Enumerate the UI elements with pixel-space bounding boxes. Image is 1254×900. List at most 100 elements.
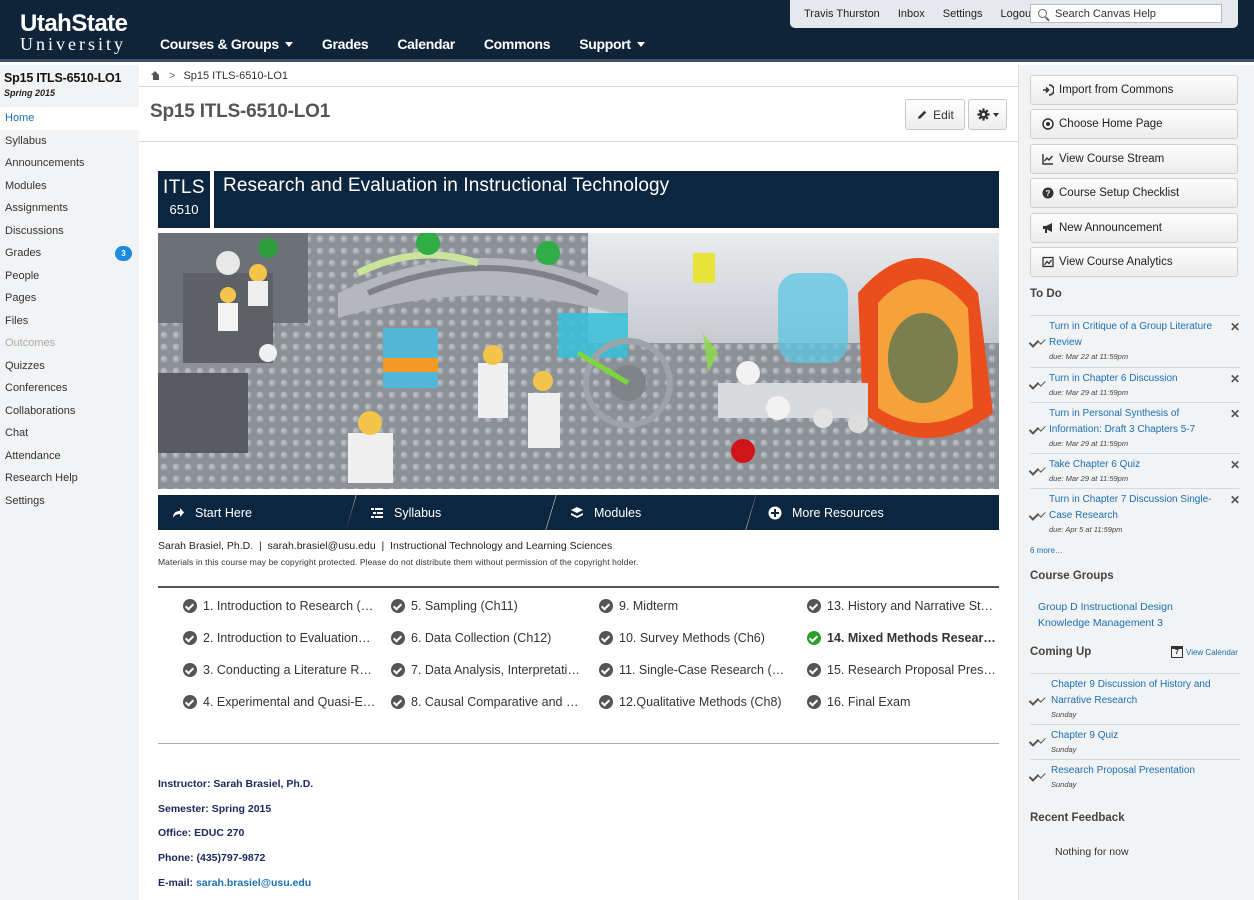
coming-up-item: Chapter 9 Quiz Sunday xyxy=(1030,724,1240,759)
view-calendar-link[interactable]: 7 View Calendar xyxy=(1171,646,1238,658)
sidebar-item-attendance[interactable]: Attendance xyxy=(0,445,139,468)
settings-gear-button[interactable] xyxy=(968,99,1007,130)
module-link-8[interactable]: 8. Causal Comparative and … xyxy=(391,693,587,711)
sidebar-item-syllabus[interactable]: Syllabus xyxy=(0,130,139,153)
quick-link-modules[interactable]: Modules xyxy=(546,495,756,530)
global-header: UtahState University Courses & Groups Gr… xyxy=(0,0,1254,62)
email-link[interactable]: sarah.brasiel@usu.edu xyxy=(196,877,311,889)
home-icon[interactable] xyxy=(151,71,160,80)
new-announcement-button[interactable]: New Announcement xyxy=(1030,213,1238,243)
title-divider xyxy=(139,141,1018,142)
todo-more-link[interactable]: 6 more… xyxy=(1030,546,1063,555)
sidebar-item-label: Syllabus xyxy=(5,134,47,147)
search-canvas-help-input[interactable]: Search Canvas Help xyxy=(1030,4,1222,23)
sidebar-item-home[interactable]: Home xyxy=(0,107,139,130)
list-icon xyxy=(371,507,383,518)
sidebar-item-collaborations[interactable]: Collaborations xyxy=(0,400,139,423)
edit-button[interactable]: Edit xyxy=(905,99,965,130)
dismiss-icon[interactable]: ✕ xyxy=(1230,320,1240,334)
module-link-15[interactable]: 15. Research Proposal Pres… xyxy=(807,661,999,679)
caret-down-icon xyxy=(992,112,999,117)
quick-link-more-resources[interactable]: More Resources xyxy=(746,495,999,530)
module-link-3[interactable]: 3. Conducting a Literature R… xyxy=(183,661,379,679)
todo-item-link[interactable]: Take Chapter 6 Quiz xyxy=(1049,457,1215,473)
sidebar-item-modules[interactable]: Modules xyxy=(0,175,139,198)
sidebar-item-research-help[interactable]: Research Help xyxy=(0,467,139,490)
sidebar-item-announcements[interactable]: Announcements xyxy=(0,152,139,175)
dismiss-icon[interactable]: ✕ xyxy=(1230,372,1240,386)
analytics-icon xyxy=(1042,256,1054,268)
check-circle-icon xyxy=(599,631,613,645)
sidebar-item-label: Modules xyxy=(5,179,47,192)
grades-count-badge: 3 xyxy=(115,246,132,261)
module-link-11[interactable]: 11. Single-Case Research (… xyxy=(599,661,795,679)
module-link-5[interactable]: 5. Sampling (Ch11) xyxy=(391,597,587,615)
sidebar-item-files[interactable]: Files xyxy=(0,310,139,333)
module-link-12[interactable]: 12.Qualitative Methods (Ch8) xyxy=(599,693,795,711)
quick-link-syllabus[interactable]: Syllabus xyxy=(346,495,556,530)
sidebar-item-people[interactable]: People xyxy=(0,265,139,288)
todo-item-link[interactable]: Turn in Personal Synthesis of Informatio… xyxy=(1049,406,1215,438)
view-course-stream-button[interactable]: View Course Stream xyxy=(1030,144,1238,174)
dismiss-icon[interactable]: ✕ xyxy=(1230,407,1240,421)
sidebar-item-grades[interactable]: Grades 3 xyxy=(0,242,139,265)
sidebar-item-label: People xyxy=(5,269,40,282)
module-link-10[interactable]: 10. Survey Methods (Ch6) xyxy=(599,629,795,647)
settings-link[interactable]: Settings xyxy=(943,8,983,20)
choose-home-page-button[interactable]: Choose Home Page xyxy=(1030,109,1238,139)
import-from-commons-button[interactable]: Import from Commons xyxy=(1030,75,1238,105)
sidebar-item-chat[interactable]: Chat xyxy=(0,422,139,445)
semester-line: Semester: Spring 2015 xyxy=(158,803,272,815)
course-code-prefix: ITLS xyxy=(162,177,206,198)
inbox-link[interactable]: Inbox xyxy=(898,8,925,20)
module-link-label: 7. Data Analysis, Interpretati… xyxy=(411,663,580,677)
module-link-4[interactable]: 4. Experimental and Quasi-E… xyxy=(183,693,379,711)
module-link-13[interactable]: 13. History and Narrative St… xyxy=(807,597,999,615)
todo-item-link[interactable]: Turn in Chapter 6 Discussion xyxy=(1049,371,1215,387)
edit-label: Edit xyxy=(933,107,954,122)
sidebar-item-assignments[interactable]: Assignments xyxy=(0,197,139,220)
todo-item-link[interactable]: Turn in Critique of a Group Literature R… xyxy=(1049,319,1215,351)
view-course-analytics-button[interactable]: View Course Analytics xyxy=(1030,247,1238,277)
module-link-1[interactable]: 1. Introduction to Research (… xyxy=(183,597,379,615)
todo-item-link[interactable]: Turn in Chapter 7 Discussion Single-Case… xyxy=(1049,492,1215,524)
course-setup-checklist-button[interactable]: ? Course Setup Checklist xyxy=(1030,178,1238,208)
module-link-9[interactable]: 9. Midterm xyxy=(599,597,795,615)
nav-calendar[interactable]: Calendar xyxy=(397,36,455,52)
logo-line-1: UtahState xyxy=(20,10,128,37)
nav-courses-groups[interactable]: Courses & Groups xyxy=(160,36,293,52)
nav-commons[interactable]: Commons xyxy=(484,36,551,52)
check-circle-icon xyxy=(183,695,197,709)
module-link-7[interactable]: 7. Data Analysis, Interpretati… xyxy=(391,661,587,679)
coming-up-item: Chapter 9 Discussion of History and Narr… xyxy=(1030,673,1240,724)
todo-item-due: due: Mar 22 at 11:59pm xyxy=(1049,352,1129,361)
coming-up-item-link[interactable]: Chapter 9 Quiz xyxy=(1051,728,1211,744)
sidebar-item-quizzes[interactable]: Quizzes xyxy=(0,355,139,378)
module-link-16[interactable]: 16. Final Exam xyxy=(807,693,999,711)
coming-up-item-link[interactable]: Research Proposal Presentation xyxy=(1051,763,1211,779)
sidebar-item-conferences[interactable]: Conferences xyxy=(0,377,139,400)
content-divider xyxy=(158,743,999,744)
sidebar-item-pages[interactable]: Pages xyxy=(0,287,139,310)
module-link-2[interactable]: 2. Introduction to Evaluation… xyxy=(183,629,379,647)
dismiss-icon[interactable]: ✕ xyxy=(1230,458,1240,472)
module-link-6[interactable]: 6. Data Collection (Ch12) xyxy=(391,629,587,647)
sidebar-item-settings[interactable]: Settings xyxy=(0,490,139,513)
nav-support[interactable]: Support xyxy=(579,36,645,52)
sidebar-item-discussions[interactable]: Discussions xyxy=(0,220,139,243)
contact-line: Sarah Brasiel, Ph.D. | sarah.brasiel@usu… xyxy=(158,540,613,552)
module-link-label: 14. Mixed Methods Resear… xyxy=(827,631,996,645)
course-group-link[interactable]: Group D Instructional Design Knowledge M… xyxy=(1038,599,1198,631)
check-circle-icon xyxy=(183,663,197,677)
user-name-link[interactable]: Travis Thurston xyxy=(804,8,880,20)
usu-logo[interactable]: UtahState University xyxy=(20,10,128,54)
quick-link-start-here[interactable]: Start Here xyxy=(158,495,356,530)
course-name[interactable]: Sp15 ITLS-6510-LO1 xyxy=(4,71,139,85)
nav-support-label: Support xyxy=(579,36,631,52)
module-link-label: 6. Data Collection (Ch12) xyxy=(411,631,552,645)
coming-up-item-link[interactable]: Chapter 9 Discussion of History and Narr… xyxy=(1051,677,1211,709)
dismiss-icon[interactable]: ✕ xyxy=(1230,493,1240,507)
module-link-14[interactable]: 14. Mixed Methods Resear… xyxy=(807,629,999,647)
nav-grades[interactable]: Grades xyxy=(322,36,369,52)
breadcrumb-current[interactable]: Sp15 ITLS-6510-LO1 xyxy=(183,70,288,82)
